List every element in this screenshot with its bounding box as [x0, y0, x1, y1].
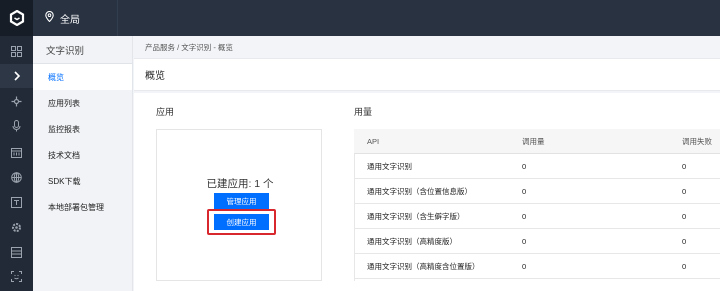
top-header: 全局	[33, 0, 720, 36]
calendar-icon[interactable]	[0, 140, 33, 164]
sidebar-item-label: 应用列表	[48, 98, 80, 108]
header-divider	[117, 0, 118, 36]
globe-icon[interactable]	[0, 165, 33, 189]
table-row: 通用文字识别 0 0	[354, 154, 720, 179]
sidebar-item-label: SDK下载	[48, 176, 81, 186]
cell-calls: 0	[522, 186, 527, 196]
puzzle-icon[interactable]	[0, 89, 33, 113]
archive-icon[interactable]	[0, 240, 33, 264]
cell-failures: 0	[682, 211, 687, 221]
manage-apps-button[interactable]: 管理应用	[214, 193, 269, 209]
region-selector[interactable]: 全局	[45, 0, 80, 36]
region-label: 全局	[60, 14, 80, 26]
table-row: 通用文字识别（高精度含位置版） 0 0	[354, 254, 720, 279]
sidebar-item-app-list[interactable]: 应用列表	[33, 90, 132, 116]
cell-calls: 0	[522, 161, 527, 171]
cell-calls: 0	[522, 211, 527, 221]
table-header-row: API 调用量 调用失败	[354, 129, 720, 154]
table-row: 通用文字识别（含位置信息版） 0 0	[354, 179, 720, 204]
sidebar-item-overview[interactable]: 概览	[33, 64, 132, 90]
sidebar-item-local-deploy[interactable]: 本地部署包管理	[33, 194, 132, 220]
cell-calls: 0	[522, 261, 527, 271]
logo-icon[interactable]	[0, 0, 33, 36]
cell-api: 通用文字识别（含位置信息版）	[367, 186, 472, 196]
cell-api: 通用文字识别	[367, 161, 412, 171]
main-content: 产品服务 / 文字识别 - 概览 概览 应用 用量 已建应用: 1 个 管理应用…	[134, 36, 720, 291]
column-header-calls: 调用量	[522, 136, 545, 146]
chevron-right-icon[interactable]	[0, 64, 33, 88]
cell-failures: 0	[682, 236, 687, 246]
apps-count: 已建应用: 1 个	[206, 178, 274, 190]
gear-icon[interactable]	[0, 215, 33, 239]
cell-api: 通用文字识别（高精度含位置版）	[367, 261, 480, 271]
page-title: 概览	[145, 71, 165, 82]
sidebar-item-label: 本地部署包管理	[48, 202, 104, 212]
location-pin-icon	[45, 10, 54, 25]
overview-card: 应用 用量 已建应用: 1 个 管理应用 创建应用 API 调用量 调用失败 通…	[134, 93, 720, 291]
column-header-failures: 调用失败	[682, 136, 712, 146]
highlight-box	[207, 209, 276, 235]
cell-failures: 0	[682, 261, 687, 271]
cell-calls: 0	[522, 236, 527, 246]
title-bar: 概览	[134, 58, 720, 91]
sidebar-title: 文字识别	[33, 36, 132, 64]
sidebar-item-label: 监控报表	[48, 124, 80, 134]
grid-icon[interactable]	[0, 39, 33, 63]
scan-face-icon[interactable]	[0, 264, 33, 288]
sidebar-item-label: 技术文档	[48, 150, 80, 160]
usage-section-title: 用量	[354, 107, 373, 117]
sidebar-item-sdk-download[interactable]: SDK下载	[33, 168, 132, 194]
table-row: 通用文字识别（高精度版） 0 0	[354, 229, 720, 254]
cell-failures: 0	[682, 161, 687, 171]
sidebar-item-monitoring[interactable]: 监控报表	[33, 116, 132, 142]
apps-panel: 已建应用: 1 个 管理应用 创建应用	[156, 129, 322, 281]
cell-failures: 0	[682, 186, 687, 196]
usage-table: API 调用量 调用失败 通用文字识别 0 0 通用文字识别（含位置信息版） 0…	[354, 129, 720, 281]
breadcrumb: 产品服务 / 文字识别 - 概览	[145, 42, 233, 52]
microphone-icon[interactable]	[0, 114, 33, 138]
terminal-icon[interactable]	[0, 190, 33, 214]
sidebar-item-docs[interactable]: 技术文档	[33, 142, 132, 168]
left-rail	[0, 0, 33, 291]
cell-api: 通用文字识别（含生僻字版）	[367, 211, 465, 221]
column-header-api: API	[367, 136, 380, 146]
sidebar-item-label: 概览	[48, 72, 64, 82]
cell-api: 通用文字识别（高精度版）	[367, 236, 457, 246]
table-row: 通用文字识别（含生僻字版） 0 0	[354, 204, 720, 229]
apps-section-title: 应用	[156, 107, 175, 117]
product-sidebar: 文字识别 概览 应用列表 监控报表 技术文档 SDK下载 本地部署包管理	[33, 36, 133, 291]
